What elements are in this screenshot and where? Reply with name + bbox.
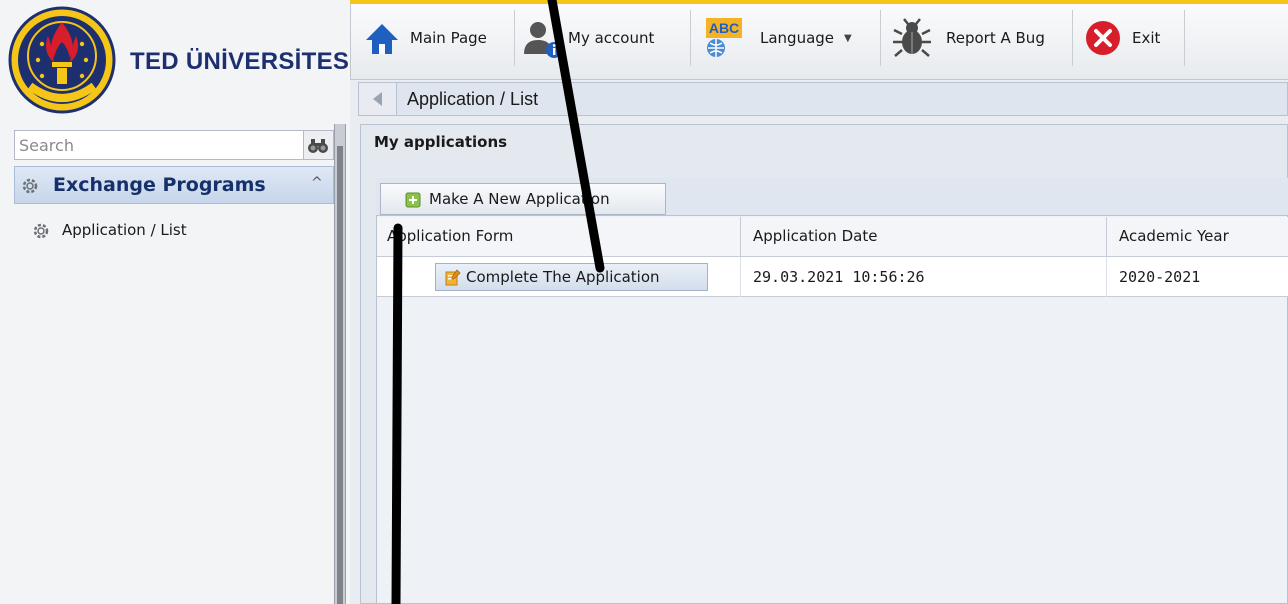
annotation-overlay xyxy=(391,0,605,604)
